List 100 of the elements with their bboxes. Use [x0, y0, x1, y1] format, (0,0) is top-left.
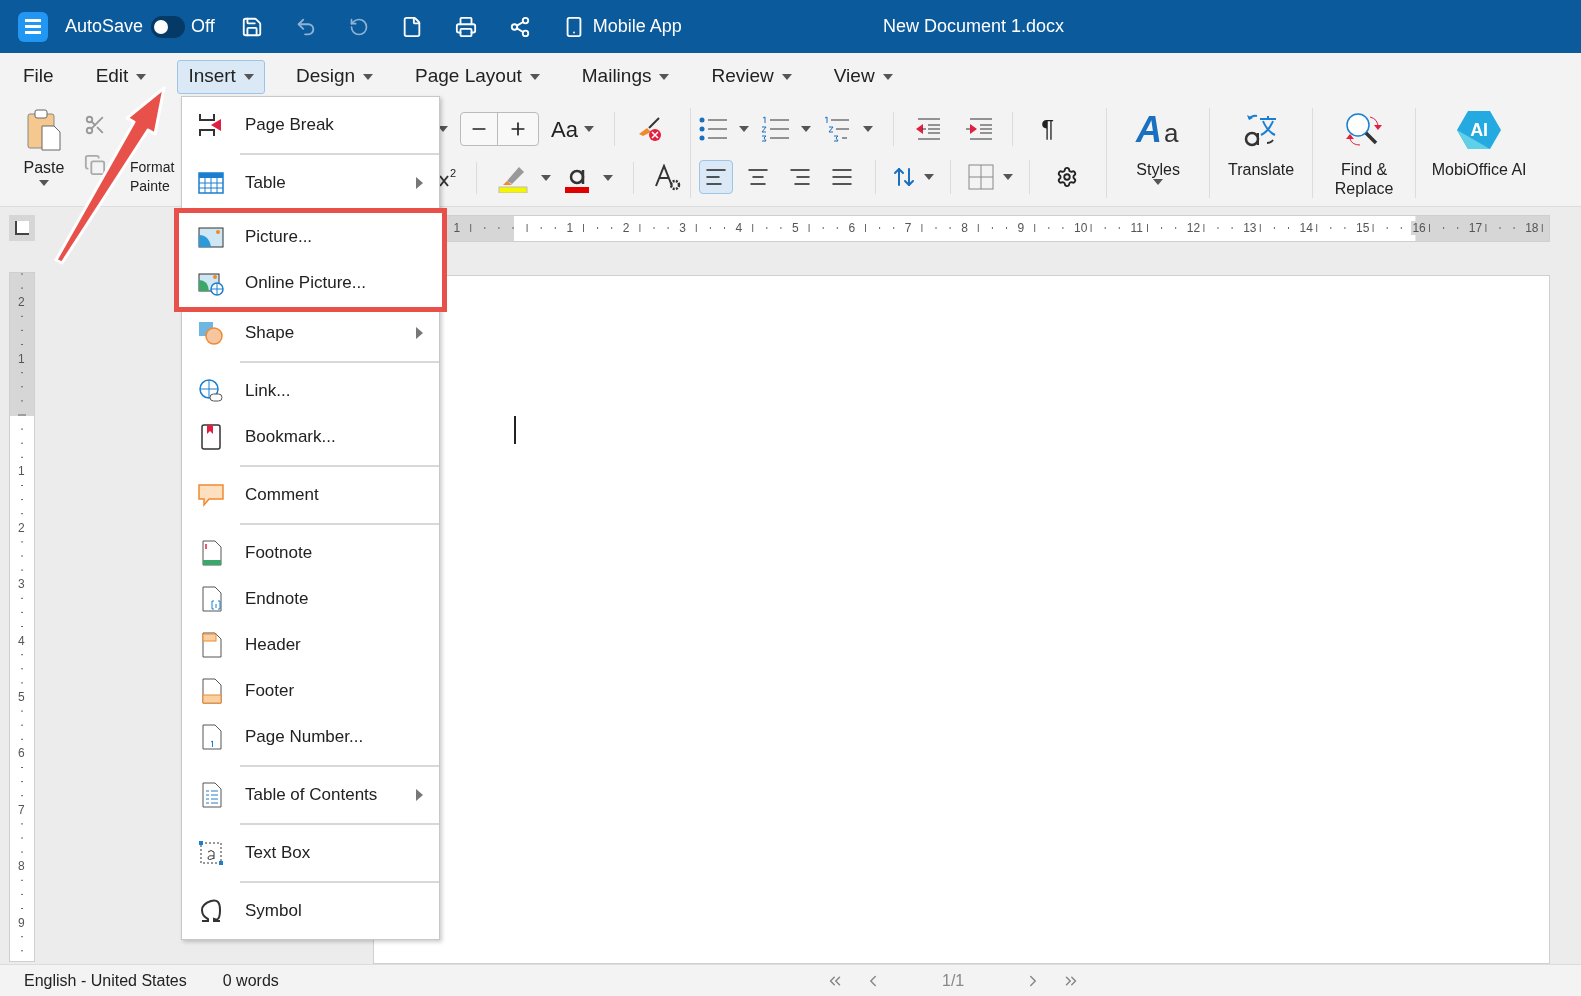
menu-item[interactable]: Online Picture... [182, 260, 442, 306]
font-size-stepper[interactable] [460, 112, 539, 146]
ribbon-large-button[interactable]: Aa Styles [1115, 108, 1202, 198]
ruler-number: 8 [960, 221, 969, 235]
menu-item[interactable]: Page Break [182, 102, 439, 148]
line-spacing-icon[interactable] [892, 165, 917, 189]
menu-item[interactable]: Text Box [182, 830, 439, 876]
menu-tab[interactable]: Edit [84, 59, 158, 94]
menu-item[interactable]: Comment [182, 472, 439, 518]
menu-item[interactable]: Table of Contents [182, 772, 439, 818]
caret-icon [438, 126, 448, 132]
ribbon-large-button[interactable]: Find & Replace [1321, 108, 1408, 198]
menu-tab[interactable]: Review [700, 59, 803, 94]
save-icon[interactable] [240, 15, 263, 38]
ruler-number: 7 [903, 221, 913, 235]
menu-item[interactable]: Table [182, 160, 439, 206]
caret-icon [739, 126, 750, 132]
link-globe-icon [197, 377, 225, 405]
app-menu-icon[interactable] [18, 11, 48, 42]
autosave-label: AutoSave [65, 15, 144, 38]
caret-icon [659, 73, 670, 80]
menu-tab[interactable]: Insert [177, 59, 265, 94]
submenu-arrow-icon [416, 789, 423, 801]
ruler-number: 9 [17, 915, 26, 930]
caret-icon [603, 175, 614, 181]
ruler-number: 11 [1129, 221, 1144, 235]
clipboard-icon [26, 108, 62, 152]
format-painter-button[interactable]: Format Painte [130, 158, 176, 198]
ruler-number: 5 [791, 221, 800, 235]
search-replace-icon [1344, 111, 1385, 149]
caret-icon [39, 180, 49, 186]
caret-icon [541, 175, 552, 181]
ruler-number: 16 [1411, 221, 1427, 235]
caret-icon [1153, 179, 1164, 185]
cut-icon[interactable] [84, 114, 106, 136]
menu-tab[interactable]: Page Layout [404, 59, 551, 94]
ribbon-large-button[interactable]: Translate [1218, 108, 1305, 198]
decrease-indent-icon[interactable] [914, 117, 941, 141]
ruler-number: 1 [452, 221, 462, 235]
tab-stop-icon[interactable] [9, 215, 35, 241]
paste-button[interactable]: Paste [14, 108, 74, 198]
ruler-number: 13 [1242, 221, 1258, 235]
increase-indent-icon[interactable] [966, 117, 993, 141]
multilevel-list-icon[interactable] [823, 116, 852, 142]
ruler-number: 4 [734, 221, 744, 235]
menu-item[interactable]: Page Number... [182, 714, 439, 760]
paragraph-settings-icon[interactable] [1056, 166, 1079, 188]
redo-icon[interactable] [348, 16, 369, 37]
ruler-number: 1 [565, 221, 575, 235]
ruler-number: 18 [1524, 221, 1540, 235]
document-title: New Document 1.docx [883, 15, 1065, 38]
print-icon[interactable] [454, 15, 477, 38]
ruler-number: 9 [1016, 221, 1026, 235]
caret-icon [1003, 174, 1014, 180]
caret-icon [781, 73, 792, 80]
menu-tab[interactable]: View [822, 59, 904, 94]
menu-item[interactable]: Bookmark... [182, 414, 439, 460]
menu-item[interactable]: Link... [182, 368, 439, 414]
share-icon[interactable] [508, 15, 531, 38]
menu-item[interactable]: Endnote [182, 576, 439, 622]
menu-item[interactable]: Footer [182, 668, 439, 714]
bullet-list-icon[interactable] [699, 116, 728, 142]
caret-icon [882, 73, 893, 80]
autosave-state: Off [191, 15, 215, 38]
ruler-number: 15 [1355, 221, 1371, 235]
submenu-arrow-icon [416, 327, 423, 339]
character-style-icon[interactable] [654, 164, 683, 192]
word-count: 0 words [222, 970, 279, 991]
ruler-number: 2 [621, 221, 631, 235]
table-icon [197, 169, 225, 197]
menu-item[interactable]: Picture... [182, 214, 442, 260]
menu-item[interactable]: Shape [182, 310, 439, 356]
caret-icon [583, 126, 594, 132]
styles-icon: Aa [1135, 112, 1181, 148]
caret-icon [136, 73, 147, 80]
language-status[interactable]: English - United States [24, 968, 187, 993]
ruler-number: 4 [17, 633, 26, 648]
comment-icon [197, 481, 225, 509]
menu-tab[interactable]: Design [284, 59, 385, 94]
caret-icon [863, 126, 874, 132]
submenu-arrow-icon [416, 177, 423, 189]
caret-icon [924, 174, 935, 180]
page-indicator: 1/1 [942, 970, 965, 991]
menu-item[interactable]: Footnote [182, 530, 439, 576]
ai-hexagon-icon: AI [1456, 110, 1503, 150]
numbered-list-icon[interactable] [761, 116, 790, 142]
align-button[interactable] [699, 160, 734, 194]
caret-icon [529, 73, 540, 80]
caret-icon [363, 73, 374, 80]
menu-tab[interactable]: File [12, 59, 65, 94]
show-formatting-marks[interactable]: ¶ [1041, 111, 1054, 147]
menu-item[interactable]: Header [182, 622, 439, 668]
autosave-toggle[interactable] [151, 15, 186, 38]
ruler-number: 1 [17, 351, 26, 366]
menu-item[interactable]: Symbol [182, 888, 439, 934]
menu-tab[interactable]: Mailings [570, 59, 681, 94]
change-case-button[interactable]: Aa [551, 112, 594, 146]
caret-icon [801, 126, 812, 132]
ribbon-large-button[interactable]: AI MobiOffice AI [1424, 108, 1535, 198]
mobile-app-link[interactable]: Mobile App [592, 13, 682, 40]
